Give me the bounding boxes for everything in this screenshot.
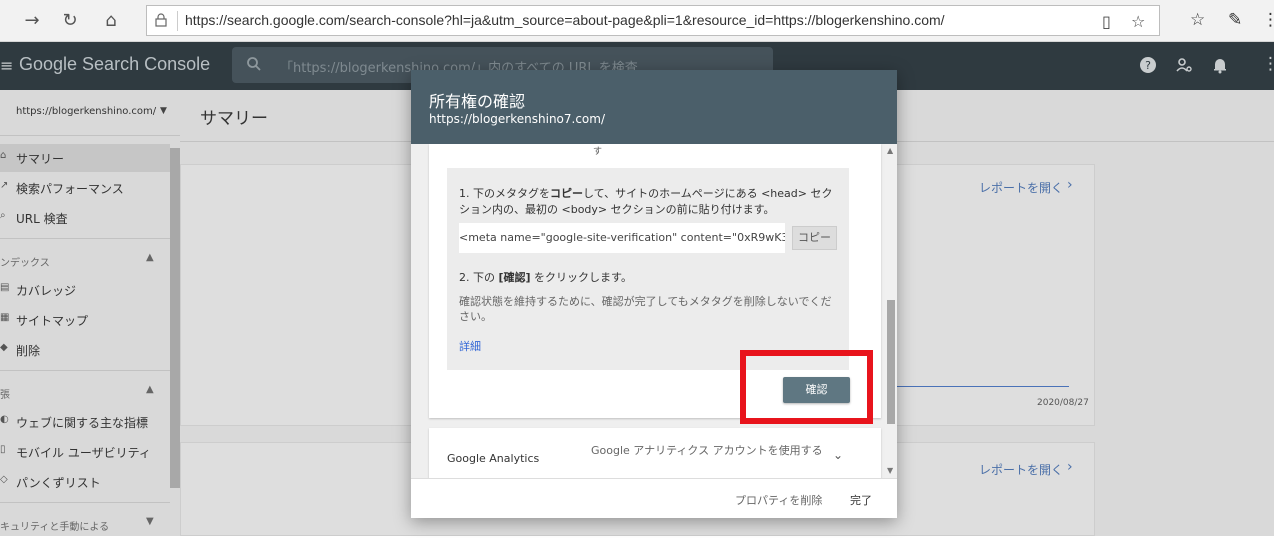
sidebar-section-index[interactable]: ンデックス ▲	[0, 246, 170, 274]
search-icon: ⌕	[0, 210, 6, 221]
dialog-header: 所有権の確認 https://blogerkenshino7.com/	[411, 70, 897, 144]
sidebar: https://blogerkenshino.com/ ▼ ⌂ サマリー ↗ 検…	[0, 90, 180, 536]
chevron-right-icon[interactable]: ›	[1067, 177, 1073, 193]
dialog-scrollbar[interactable]: ▲ ▼	[885, 144, 897, 478]
open-report-link[interactable]: レポートを開く	[979, 179, 1063, 196]
property-url: https://blogerkenshino.com/	[16, 106, 157, 117]
home-icon[interactable]: ⌂	[99, 9, 123, 33]
sidebar-divider	[0, 370, 170, 371]
sidebar-divider	[0, 238, 170, 239]
sidebar-item-summary[interactable]: ⌂ サマリー	[0, 144, 170, 172]
user-settings-icon[interactable]	[1175, 56, 1193, 74]
open-report-link[interactable]: レポートを開く	[979, 461, 1063, 478]
keep-tag-note: 確認状態を維持するために、確認が完了してもメタタグを削除しないでください。	[459, 295, 832, 323]
address-bar[interactable]: https://search.google.com/search-console…	[146, 5, 1160, 36]
sidebar-item-coverage[interactable]: ▤ カバレッジ	[0, 276, 170, 304]
chevron-up-icon: ▲	[146, 252, 154, 263]
sidebar-divider	[0, 502, 170, 503]
sidebar-item-mobile-usability[interactable]: ▯ モバイル ユーザビリティ	[0, 438, 170, 466]
meta-tag-field[interactable]: <meta name="google-site-verification" co…	[459, 223, 785, 253]
remove-property-button[interactable]: プロパティを削除	[735, 492, 822, 508]
copy-button[interactable]: コピー	[792, 226, 837, 250]
breadcrumb-icon: ◇	[0, 474, 8, 485]
lock-icon	[155, 13, 167, 27]
notifications-icon[interactable]	[1211, 56, 1229, 74]
browser-toolbar: → ↻ ⌂ https://search.google.com/search-c…	[0, 0, 1274, 42]
details-link[interactable]: 詳細	[459, 338, 481, 354]
sitemap-icon: ▦	[0, 312, 10, 323]
gauge-icon: ◐	[0, 414, 9, 425]
sidebar-scrollbar[interactable]	[170, 148, 180, 488]
sidebar-item-removals[interactable]: ◆ 削除	[0, 336, 170, 364]
coverage-icon: ▤	[0, 282, 10, 293]
step-1-text: 1. 下のメタタグをコピーして、サイトのホームページにある <head> セクシ…	[459, 187, 833, 216]
ownership-verification-dialog: 所有権の確認 https://blogerkenshino7.com/ す 1.…	[411, 70, 897, 518]
property-selector[interactable]: https://blogerkenshino.com/ ▼	[0, 90, 180, 136]
dropdown-arrow-icon: ▼	[160, 106, 167, 116]
chart-date-label: 2020/08/27	[1037, 398, 1089, 408]
help-icon[interactable]: ?	[1139, 56, 1157, 74]
favorites-list-icon[interactable]: ☆	[1190, 10, 1205, 30]
dialog-footer: プロパティを削除 完了	[411, 478, 897, 518]
sidebar-item-core-web-vitals[interactable]: ◐ ウェブに関する主な指標	[0, 408, 170, 436]
chart-line	[897, 386, 1069, 387]
favorite-star-icon[interactable]: ☆	[1131, 12, 1145, 31]
url-text[interactable]: https://search.google.com/search-console…	[185, 12, 945, 28]
scroll-up-icon[interactable]: ▲	[887, 146, 893, 155]
forward-icon[interactable]: →	[20, 9, 44, 33]
menu-icon[interactable]: ≡	[0, 56, 13, 75]
refresh-icon[interactable]: ↻	[58, 9, 82, 33]
removal-icon: ◆	[0, 342, 8, 353]
chevron-up-icon: ▲	[146, 384, 154, 395]
method-name: Google Analytics	[447, 452, 540, 465]
sidebar-item-breadcrumbs[interactable]: ◇ パンくずリスト	[0, 468, 170, 496]
brand-title[interactable]: Google Search Console	[19, 54, 210, 75]
chevron-down-icon: ▼	[146, 516, 154, 527]
instructions-box: 1. 下のメタタグをコピーして、サイトのホームページにある <head> セクシ…	[447, 168, 849, 370]
sidebar-section-security[interactable]: キュリティと手動による ▼	[0, 510, 170, 538]
chevron-right-icon[interactable]: ›	[1067, 459, 1073, 475]
chevron-down-icon[interactable]: ⌄	[833, 448, 843, 462]
google-analytics-method[interactable]: Google Analytics Google アナリティクス アカウントを使用…	[429, 428, 881, 478]
url-separator	[177, 11, 178, 31]
scroll-thumb[interactable]	[887, 300, 895, 424]
method-description: Google アナリティクス アカウントを使用する	[591, 444, 823, 457]
phone-icon: ▯	[0, 444, 6, 455]
dialog-body: す 1. 下のメタタグをコピーして、サイトのホームページにある <head> セ…	[411, 144, 897, 478]
reading-view-icon[interactable]: ▯	[1102, 12, 1111, 31]
search-icon	[247, 57, 261, 71]
step-2-text: 2. 下の [確認] をクリックします。	[459, 271, 632, 284]
trend-icon: ↗	[0, 180, 9, 191]
more-icon[interactable]: ⋮	[1262, 10, 1274, 30]
done-button[interactable]: 完了	[850, 492, 872, 508]
sidebar-item-sitemaps[interactable]: ▦ サイトマップ	[0, 306, 170, 334]
sidebar-section-enhancements[interactable]: 張 ▲	[0, 378, 170, 406]
cut-off-text: す	[593, 147, 603, 157]
highlight-annotation	[740, 350, 873, 424]
dialog-title: 所有権の確認	[429, 92, 526, 111]
dialog-subtitle: https://blogerkenshino7.com/	[429, 112, 606, 126]
sidebar-item-performance[interactable]: ↗ 検索パフォーマンス	[0, 174, 170, 202]
page-title: サマリー	[200, 109, 268, 129]
apps-icon[interactable]: ⋮	[1262, 54, 1274, 74]
home-icon: ⌂	[0, 150, 7, 161]
scroll-down-icon[interactable]: ▼	[887, 466, 893, 475]
sidebar-item-url-inspection[interactable]: ⌕ URL 検査	[0, 204, 170, 232]
svg-text:?: ?	[1145, 59, 1151, 72]
pen-icon[interactable]: ✎	[1228, 10, 1242, 30]
